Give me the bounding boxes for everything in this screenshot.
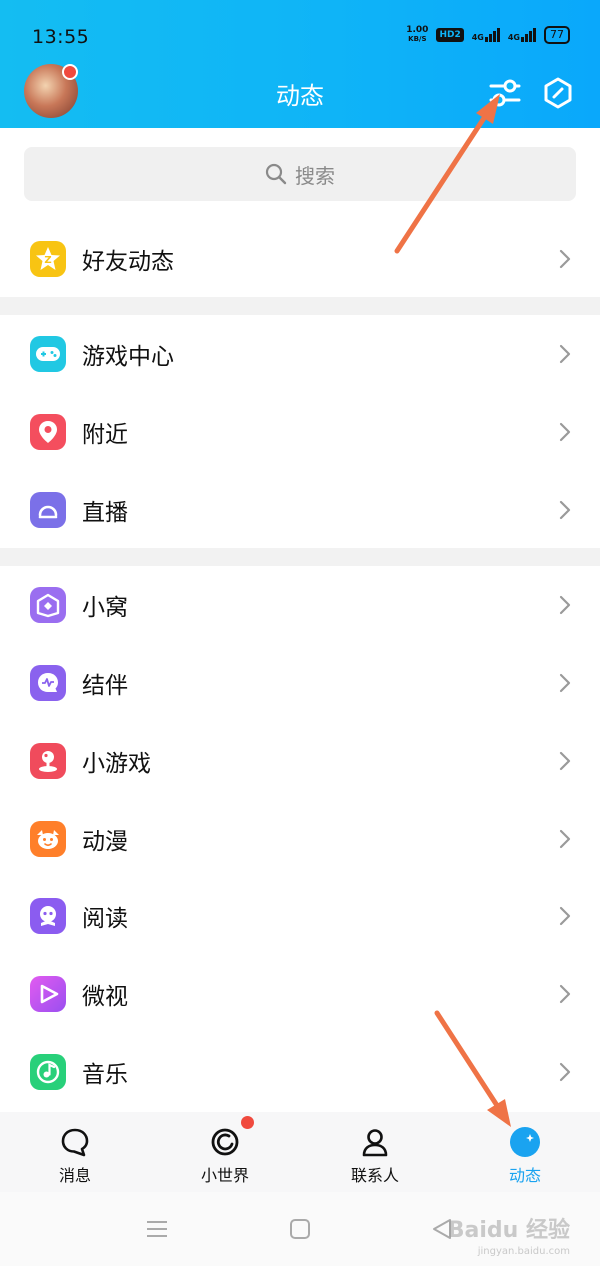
watermark-brand: Baidu 经验 (447, 1218, 570, 1243)
header: 13:55 1.00 KB/S HD2 4G 4G 77 动态 (0, 0, 600, 128)
battery-icon: 77 (544, 26, 570, 44)
hexagon-icon[interactable] (541, 76, 575, 110)
list-item-xiaowo[interactable]: 小窝 (0, 566, 600, 644)
section-divider (0, 297, 600, 315)
status-time: 13:55 (32, 26, 90, 48)
music-note-icon (30, 1054, 66, 1090)
orbit-circle-icon (211, 1128, 239, 1156)
signal-icon: 4G (472, 28, 500, 42)
chevron-right-icon (559, 751, 571, 771)
chevron-right-icon (559, 1062, 571, 1082)
list-item-label: 小游戏 (82, 751, 151, 777)
gamepad-icon (30, 336, 66, 372)
tab-feed[interactable]: 动态 (450, 1112, 600, 1192)
list-item-live[interactable]: 直播 (0, 471, 600, 549)
list-item-jieban[interactable]: 结伴 (0, 644, 600, 722)
chevron-right-icon (559, 906, 571, 926)
tab-contacts[interactable]: 联系人 (300, 1112, 450, 1192)
menu-icon[interactable] (146, 1220, 168, 1238)
chevron-right-icon (559, 673, 571, 693)
list-item-reading[interactable]: 阅读 (0, 877, 600, 955)
status-bar: 13:55 1.00 KB/S HD2 4G 4G 77 (32, 26, 570, 50)
chevron-right-icon (559, 984, 571, 1004)
chevron-right-icon (559, 829, 571, 849)
list-item-label: 小窝 (82, 595, 128, 621)
tab-messages[interactable]: 消息 (0, 1112, 150, 1192)
list-item-anime[interactable]: 动漫 (0, 800, 600, 878)
tab-label: 消息 (58, 1166, 91, 1185)
list-item-label: 附近 (82, 422, 128, 448)
network-speed: 1.00 KB/S (406, 26, 428, 44)
tab-label: 动态 (508, 1166, 541, 1185)
star-burst-icon (510, 1127, 540, 1157)
chevron-right-icon (559, 422, 571, 442)
location-pin-icon (30, 414, 66, 450)
reading-mascot-icon (30, 898, 66, 934)
baidu-watermark: Baidu 经验 jingyan.baidu.com (448, 1212, 570, 1257)
chevron-right-icon (559, 500, 571, 520)
list-item-friends[interactable]: Z 好友动态 (0, 220, 600, 298)
speed-unit: KB/S (408, 35, 427, 43)
svg-text:Z: Z (44, 255, 51, 266)
chevron-right-icon (559, 249, 571, 269)
cartoon-face-icon (30, 821, 66, 857)
bottom-tab-bar: 消息 小世界 联系人 动态 (0, 1112, 600, 1192)
live-broadcast-icon (30, 492, 66, 528)
list-item-label: 动漫 (82, 829, 128, 855)
search-icon (265, 163, 287, 185)
net-type-1: 4G (471, 33, 484, 42)
list-item-label: 结伴 (82, 673, 128, 699)
list-item-label: 游戏中心 (82, 344, 174, 370)
list-item-game-center[interactable]: 游戏中心 (0, 315, 600, 393)
list-item-nearby[interactable]: 附近 (0, 393, 600, 471)
tab-small-world[interactable]: 小世界 (150, 1112, 300, 1192)
list-item-label: 好友动态 (82, 249, 174, 275)
person-icon (362, 1129, 388, 1157)
list-item-label: 直播 (82, 500, 128, 526)
chevron-right-icon (559, 344, 571, 364)
search-input[interactable]: 搜索 (24, 147, 576, 201)
house-icon (30, 587, 66, 623)
watermark-url: jingyan.baidu.com (477, 1246, 570, 1257)
joystick-icon (30, 743, 66, 779)
tab-label: 小世界 (200, 1166, 249, 1185)
list-item-music[interactable]: 音乐 (0, 1033, 600, 1111)
search-placeholder: 搜索 (295, 163, 335, 188)
hd-badge: HD2 (436, 28, 464, 42)
video-play-icon (30, 976, 66, 1012)
list-item-label: 微视 (82, 984, 128, 1010)
chat-pulse-icon (30, 665, 66, 701)
section-divider (0, 548, 600, 566)
list-item-label: 音乐 (82, 1062, 128, 1088)
speed-value: 1.00 (406, 25, 429, 35)
list-item-label: 阅读 (82, 906, 128, 932)
notification-dot (241, 1116, 254, 1129)
tab-label: 联系人 (350, 1166, 399, 1185)
list-item-mini-games[interactable]: 小游戏 (0, 722, 600, 800)
chat-bubble-icon (61, 1128, 89, 1157)
list-item-weishi[interactable]: 微视 (0, 955, 600, 1033)
qzone-star-icon: Z (30, 241, 66, 277)
chevron-right-icon (559, 595, 571, 615)
settings-sliders-icon[interactable] (488, 76, 522, 110)
home-square-icon[interactable] (289, 1218, 311, 1240)
net-type-2: 4G (507, 33, 520, 42)
signal-icon-2: 4G (508, 28, 536, 42)
